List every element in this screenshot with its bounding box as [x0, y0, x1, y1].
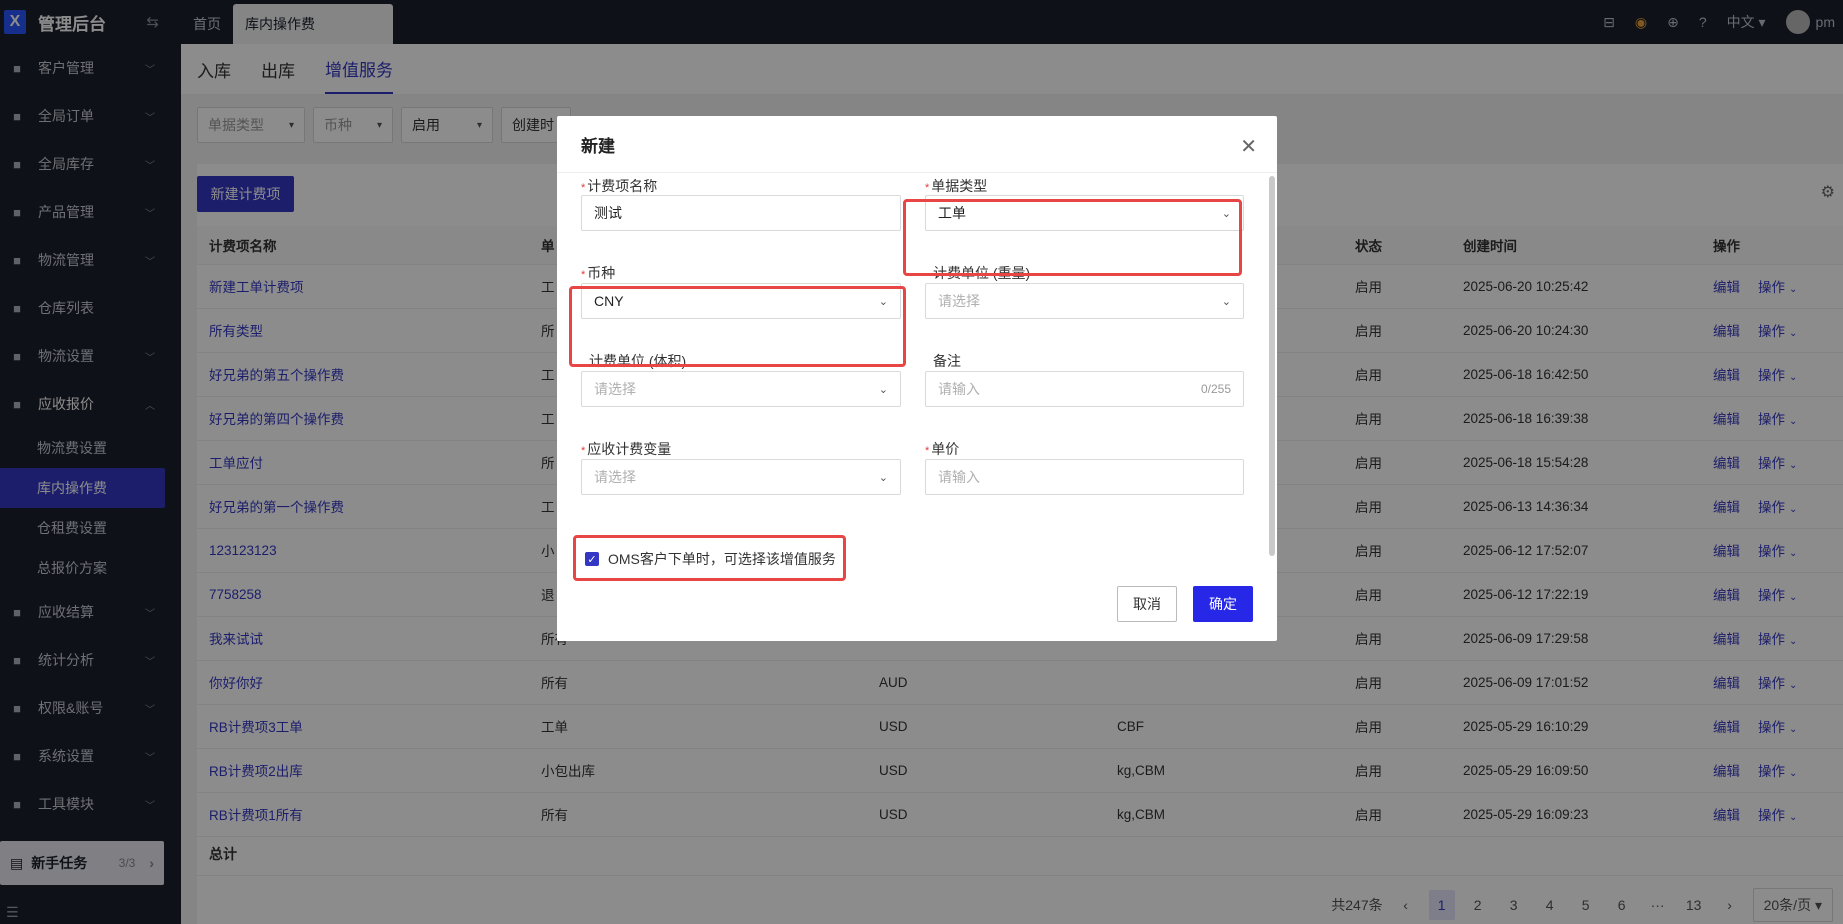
- highlight-doc-type: [903, 199, 1242, 276]
- currency-label-text: 币种: [587, 265, 616, 281]
- volume-unit-select[interactable]: 请选择 ⌄: [581, 371, 901, 407]
- volume-unit-placeholder: 请选择: [594, 381, 636, 397]
- modal-scrollbar[interactable]: [1269, 176, 1275, 556]
- chevron-down-icon: ⌄: [1221, 295, 1231, 308]
- price-label-text: 单价: [931, 441, 960, 457]
- cancel-button[interactable]: 取消: [1117, 586, 1177, 622]
- remark-input[interactable]: 请输入 0/255: [925, 371, 1244, 407]
- variable-label-text: 应收计费变量: [587, 441, 672, 457]
- variable-label: * 应收计费变量: [581, 441, 672, 457]
- name-label: * 计费项名称: [581, 178, 658, 194]
- remark-label: 备注: [933, 353, 961, 369]
- close-icon[interactable]: ✕: [1240, 134, 1257, 159]
- price-label: * 单价: [925, 441, 960, 457]
- weight-unit-placeholder: 请选择: [938, 293, 980, 309]
- highlight-currency: [569, 286, 906, 367]
- modal-title: 新建: [557, 116, 1277, 173]
- price-input[interactable]: 请输入: [925, 459, 1244, 495]
- currency-label: * 币种: [581, 265, 616, 281]
- confirm-button[interactable]: 确定: [1193, 586, 1253, 622]
- doc-type-label-text: 单据类型: [931, 178, 988, 194]
- variable-placeholder: 请选择: [594, 469, 636, 485]
- name-input[interactable]: 测试: [581, 195, 901, 231]
- name-label-text: 计费项名称: [587, 178, 658, 194]
- price-placeholder: 请输入: [938, 469, 980, 485]
- chevron-down-icon: ⌄: [878, 383, 888, 396]
- remark-counter: 0/255: [1200, 382, 1231, 396]
- remark-placeholder: 请输入: [938, 381, 980, 397]
- doc-type-label: * 单据类型: [925, 178, 988, 194]
- variable-select[interactable]: 请选择 ⌄: [581, 459, 901, 495]
- weight-unit-select[interactable]: 请选择 ⌄: [925, 283, 1244, 319]
- name-value: 测试: [594, 205, 622, 221]
- chevron-down-icon: ⌄: [878, 471, 888, 484]
- highlight-checkbox: [573, 535, 846, 581]
